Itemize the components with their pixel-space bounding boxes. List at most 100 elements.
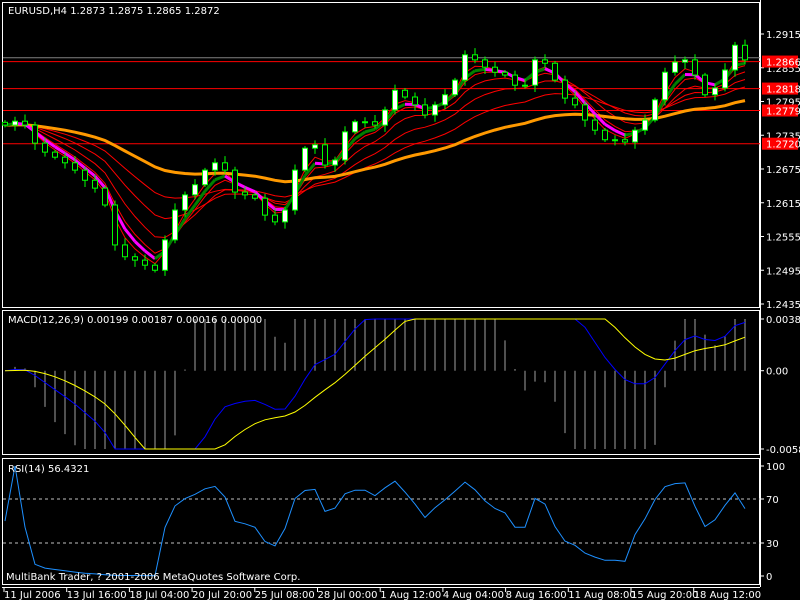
- bear-candle: [242, 191, 248, 196]
- horizontal-levels: [3, 57, 760, 145]
- bull-candle: [432, 104, 438, 116]
- price-tick-label: 1.2435: [766, 300, 800, 311]
- bear-candle: [122, 244, 128, 258]
- bull-candle: [682, 59, 688, 63]
- bull-candle: [642, 119, 648, 131]
- bear-candle: [402, 89, 408, 98]
- bear-candle: [322, 144, 328, 166]
- bull-candle: [652, 99, 658, 121]
- candles: [2, 39, 748, 276]
- trend-line-segment: [214, 174, 226, 182]
- bear-candle: [272, 214, 278, 223]
- bear-candle: [82, 169, 88, 181]
- bear-candle: [232, 169, 238, 193]
- bull-candle: [452, 79, 458, 96]
- bull-candle: [172, 209, 178, 241]
- bear-candle: [112, 204, 118, 246]
- bear-candle: [72, 162, 78, 171]
- bear-candle: [542, 59, 548, 64]
- bear-candle: [422, 104, 428, 116]
- price-tick-label: 1.2915: [766, 30, 800, 41]
- bear-candle: [472, 54, 478, 61]
- chart-title: EURUSD,H4 1.2873 1.2875 1.2865 1.2872: [8, 6, 220, 17]
- bull-candle: [302, 147, 308, 171]
- bear-candle: [592, 119, 598, 131]
- bear-candle: [692, 59, 698, 76]
- bear-candle: [582, 104, 588, 121]
- price-tick-label: 1.2495: [766, 266, 800, 277]
- bull-candle: [532, 59, 538, 86]
- bull-candle: [522, 84, 528, 87]
- bear-candle: [42, 142, 48, 153]
- bull-candle: [12, 120, 18, 126]
- macd-tick-label: 0.00385: [766, 315, 800, 326]
- bull-candle: [312, 144, 318, 149]
- rsi-tick-label: 0: [766, 572, 772, 583]
- bear-candle: [22, 120, 28, 126]
- bear-candle: [92, 179, 98, 189]
- bear-candle: [252, 194, 258, 199]
- time-tick-label: 15 Aug 20:00: [631, 590, 698, 600]
- bull-candle: [192, 184, 198, 196]
- level-price-label: 1.2818: [766, 85, 800, 96]
- bull-candle: [292, 169, 298, 211]
- bear-candle: [262, 197, 268, 216]
- price-tick-label: 1.2675: [766, 165, 800, 176]
- bull-candle: [362, 121, 368, 124]
- bull-candle: [352, 121, 358, 133]
- macd-panel-frame: [2, 310, 760, 455]
- rsi-panel-frame: [2, 458, 760, 585]
- bull-candle: [732, 44, 738, 71]
- bull-candle: [282, 209, 288, 223]
- trading-chart[interactable]: 1.29151.28551.27951.27351.26751.26151.25…: [0, 0, 800, 600]
- time-tick-label: 28 Jul 00:00: [318, 590, 378, 600]
- bear-candle: [412, 96, 418, 106]
- time-tick-label: 1 Aug 12:00: [380, 590, 441, 600]
- time-tick-label: 11 Jul 2006: [4, 590, 61, 600]
- ma-line: [4, 79, 746, 220]
- level-price-label: 1.2866: [766, 58, 800, 69]
- bull-candle: [392, 89, 398, 111]
- bull-candle: [712, 87, 718, 96]
- ma-line: [4, 86, 746, 199]
- bear-candle: [62, 156, 68, 164]
- bear-candle: [702, 74, 708, 96]
- bull-candle: [632, 129, 638, 143]
- bull-candle: [722, 69, 728, 89]
- time-tick-label: 8 Aug 16:00: [506, 590, 567, 600]
- bull-candle: [162, 239, 168, 271]
- bull-candle: [612, 139, 618, 142]
- bull-candle: [182, 194, 188, 211]
- time-tick-label: 13 Jul 16:00: [67, 590, 127, 600]
- bear-candle: [222, 162, 228, 171]
- bear-candle: [602, 129, 608, 141]
- bear-candle: [372, 121, 378, 126]
- price-tick-label: 1.2555: [766, 233, 800, 244]
- footer-copyright: MultiBank Trader, ? 2001-2006 MetaQuotes…: [6, 572, 300, 583]
- level-price-label: 1.2779: [766, 107, 800, 118]
- bear-candle: [52, 151, 58, 158]
- bear-candle: [742, 44, 748, 61]
- macd-indicator: 0.00385 0.00 -0.00583: [4, 315, 800, 456]
- bear-candle: [142, 259, 148, 266]
- level-price-label: 1.2720: [766, 140, 800, 151]
- rsi-tick-label: 100: [766, 462, 785, 473]
- trend-line-segment: [364, 127, 376, 134]
- bear-candle: [572, 97, 578, 106]
- bear-candle: [102, 187, 108, 206]
- bull-candle: [202, 169, 208, 186]
- time-axis: 11 Jul 2006 13 Jul 16:00 18 Jul 04:00 20 Ju…: [3, 587, 761, 600]
- price-tick-label: 1.2615: [766, 199, 800, 210]
- macd-tick-label: -0.00583: [766, 445, 800, 456]
- time-tick-label: 25 Jul 08:00: [255, 590, 315, 600]
- bull-candle: [332, 159, 338, 166]
- rsi-indicator: 100 70 30 0: [3, 462, 785, 583]
- bull-candle: [462, 54, 468, 81]
- bear-candle: [512, 74, 518, 86]
- macd-title: MACD(12,26,9) 0.00199 0.00187 0.00016 0.…: [8, 315, 262, 326]
- bear-candle: [622, 139, 628, 143]
- rsi-title: RSI(14) 56.4321: [8, 464, 89, 475]
- bear-candle: [132, 256, 138, 261]
- bull-candle: [662, 71, 668, 101]
- bull-candle: [442, 94, 448, 106]
